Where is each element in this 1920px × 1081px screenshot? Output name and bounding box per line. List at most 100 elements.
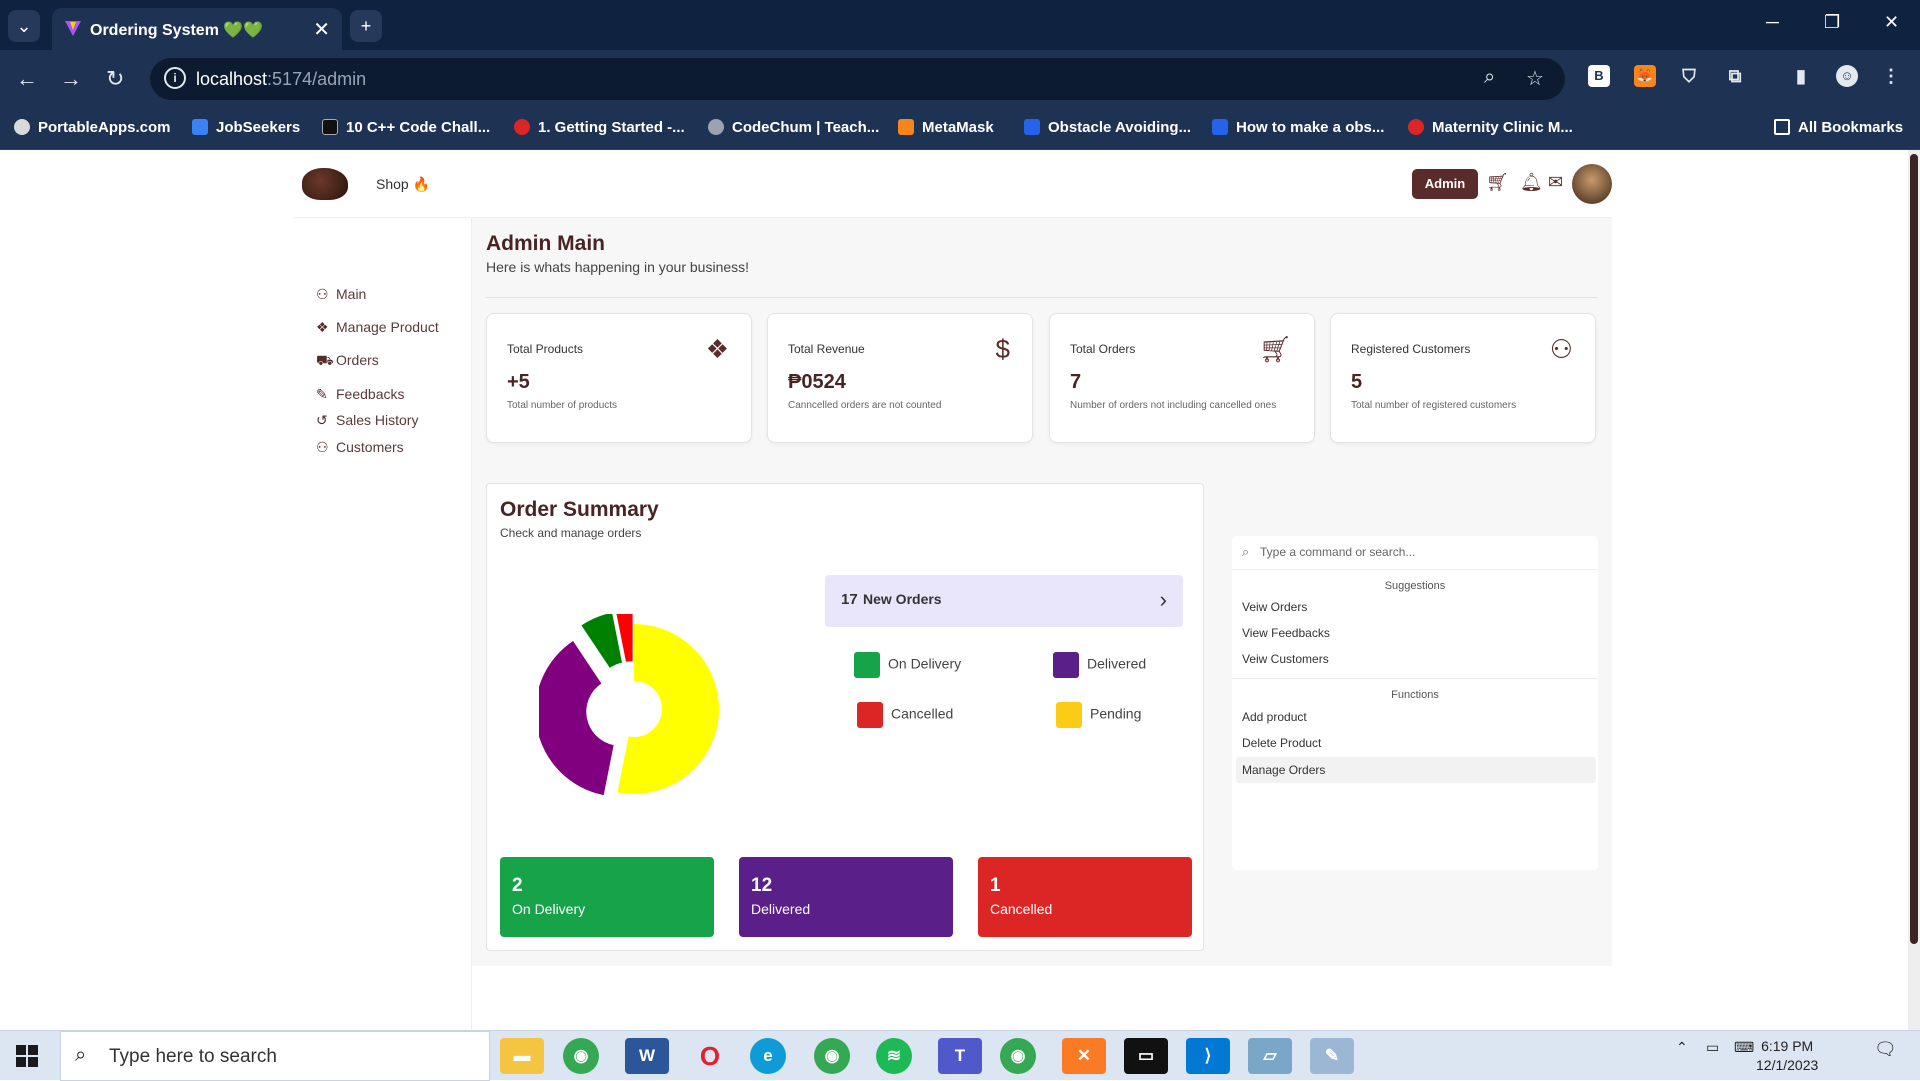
tray-chevron-icon[interactable]: ⌃: [1676, 1039, 1688, 1056]
card-title: Total Products: [507, 342, 584, 356]
new-orders-button[interactable]: 17 New Orders ›: [825, 575, 1183, 627]
forward-icon[interactable]: →: [60, 66, 82, 92]
on-delivery-stat[interactable]: 2 On Delivery: [500, 857, 714, 937]
restore-icon[interactable]: ❐: [1824, 12, 1840, 33]
browser-tab-strip: ⌄ Ordering System 💚💚 ✕ + ─ ❐ ✕: [0, 0, 1920, 50]
chrome-icon[interactable]: ◉: [563, 1038, 599, 1074]
cart-icon[interactable]: 🛒︎: [1486, 172, 1509, 193]
command-search-input[interactable]: ⌕ Type a command or search...: [1232, 536, 1598, 570]
divider: [1232, 678, 1598, 679]
chevron-right-icon: ›: [1159, 587, 1167, 612]
clock-date: 12/1/2023: [1756, 1057, 1819, 1073]
url-text[interactable]: localhost:5174/admin: [196, 69, 366, 90]
sidebar-item-customers[interactable]: ⚇ Customers: [316, 439, 404, 456]
address-bar[interactable]: i localhost:5174/admin ⌕ ☆: [150, 58, 1565, 100]
page-scrollbar[interactable]: [1908, 150, 1920, 1030]
shield-extension-icon[interactable]: ⛉: [1678, 65, 1700, 87]
chrome-active-icon[interactable]: ◉: [1000, 1038, 1036, 1074]
metamask-extension-icon[interactable]: 🦊: [1634, 65, 1656, 87]
delivered-stat[interactable]: 12 Delivered: [739, 857, 953, 937]
opera-icon[interactable]: O: [688, 1038, 732, 1074]
keyboard-icon[interactable]: ⌨: [1734, 1039, 1754, 1056]
bookmark-item[interactable]: 1. Getting Started -...: [514, 119, 685, 136]
vscode-icon[interactable]: ⟩: [1186, 1038, 1230, 1074]
back-icon[interactable]: ←: [16, 66, 38, 92]
bookmark-item[interactable]: PortableApps.com: [14, 119, 171, 136]
chrome-profile-icon[interactable]: ◉: [814, 1038, 850, 1074]
page-title: Admin Main: [486, 232, 605, 255]
message-icon[interactable]: ✉: [1548, 172, 1563, 193]
close-window-icon[interactable]: ✕: [1884, 12, 1899, 33]
notification-center-icon[interactable]: 🗨︎: [1874, 1039, 1897, 1060]
legend-cancelled: Cancelled: [857, 702, 953, 728]
scrollbar-thumb[interactable]: [1910, 154, 1918, 944]
bookmark-item[interactable]: Maternity Clinic M...: [1408, 119, 1573, 136]
stat-label: On Delivery: [512, 901, 586, 917]
command-item[interactable]: Manage Orders: [1236, 757, 1596, 783]
tab-search-button[interactable]: ⌄: [8, 10, 40, 42]
browser-tab[interactable]: Ordering System 💚💚 ✕: [52, 8, 342, 50]
command-item[interactable]: Delete Product: [1236, 730, 1596, 756]
shop-link[interactable]: Shop 🔥: [376, 176, 430, 193]
site-info-icon[interactable]: i: [164, 67, 186, 89]
minimize-icon[interactable]: ─: [1766, 12, 1779, 33]
vite-favicon-icon: [64, 19, 82, 42]
cake-logo[interactable]: [302, 168, 348, 200]
xampp-icon[interactable]: ✕: [1062, 1038, 1106, 1074]
terminal-icon[interactable]: ▭: [1124, 1038, 1168, 1074]
side-panel-icon[interactable]: ▮: [1790, 65, 1812, 87]
notification-bell-icon[interactable]: 🔔︎: [1520, 172, 1543, 193]
dropbox-icon: ❖: [316, 319, 329, 335]
order-summary-panel: Order Summary Check and manage orders 17…: [486, 483, 1204, 951]
word-icon[interactable]: W: [625, 1038, 669, 1074]
sidebar-item-orders[interactable]: ⛟ Orders: [316, 352, 379, 371]
bookmark-star-icon[interactable]: ☆: [1526, 66, 1544, 91]
spotify-icon[interactable]: ≋: [876, 1038, 912, 1074]
notes-app-icon[interactable]: ▱: [1248, 1038, 1292, 1074]
zoom-icon[interactable]: ⌕: [1484, 66, 1495, 89]
bookmark-item[interactable]: MetaMask: [898, 119, 994, 136]
paint-icon[interactable]: ✎: [1310, 1038, 1354, 1074]
taskbar-clock[interactable]: 6:19 PM 12/1/2023: [1756, 1037, 1818, 1075]
stat-label: Delivered: [751, 901, 811, 917]
sidebar-item-main[interactable]: ⚇ Main: [316, 286, 366, 303]
command-item[interactable]: Veiw Orders: [1236, 594, 1596, 620]
edge-icon[interactable]: e: [750, 1038, 786, 1074]
command-item[interactable]: Veiw Customers: [1236, 646, 1596, 672]
page-subtitle: Here is whats happening in your business…: [486, 259, 750, 275]
bookmark-item[interactable]: How to make a obs...: [1212, 119, 1384, 136]
file-explorer-icon[interactable]: ▬: [500, 1038, 544, 1074]
profile-icon[interactable]: ☺: [1836, 65, 1858, 87]
bookmark-item[interactable]: CodeChum | Teach...: [708, 119, 879, 136]
avatar[interactable]: [1572, 164, 1612, 204]
bookmark-item[interactable]: Obstacle Avoiding...: [1024, 119, 1191, 136]
reload-icon[interactable]: ↻: [106, 66, 124, 92]
windows-start-icon[interactable]: [16, 1045, 38, 1067]
sidebar-item-sales-history[interactable]: ↺ Sales History: [316, 412, 418, 429]
extensions-puzzle-icon[interactable]: ⧉: [1724, 65, 1746, 87]
stat-value: 2: [512, 875, 523, 896]
new-tab-button[interactable]: +: [350, 10, 382, 42]
bookmark-item[interactable]: JobSeekers: [192, 119, 300, 136]
more-menu-icon[interactable]: ⋮: [1880, 65, 1902, 87]
command-placeholder: Type a command or search...: [1260, 545, 1416, 559]
cart-plus-icon: 🛒︎: [1258, 334, 1292, 364]
taskbar-search-box[interactable]: ⌕ Type here to search: [60, 1031, 490, 1081]
stat-label: Cancelled: [990, 901, 1053, 917]
command-item[interactable]: View Feedbacks: [1236, 620, 1596, 646]
sidebar-item-manage-product[interactable]: ❖ Manage Product: [316, 319, 439, 336]
history-icon: ↺: [316, 412, 328, 428]
card-description: Total number of products: [507, 400, 618, 411]
sidebar-item-feedbacks[interactable]: ✎ Feedbacks: [316, 386, 404, 403]
summary-subtitle: Check and manage orders: [500, 526, 642, 540]
extension-b-icon[interactable]: B: [1588, 65, 1610, 87]
feedback-icon: ✎: [316, 386, 328, 402]
teams-icon[interactable]: T: [938, 1038, 982, 1074]
divider: [486, 297, 1598, 298]
all-bookmarks-button[interactable]: All Bookmarks: [1774, 119, 1903, 136]
close-tab-icon[interactable]: ✕: [313, 17, 330, 42]
cancelled-stat[interactable]: 1 Cancelled: [978, 857, 1192, 937]
admin-button[interactable]: Admin: [1412, 169, 1478, 199]
bookmark-item[interactable]: 10 C++ Code Chall...: [322, 119, 490, 136]
command-item[interactable]: Add product: [1236, 704, 1596, 730]
